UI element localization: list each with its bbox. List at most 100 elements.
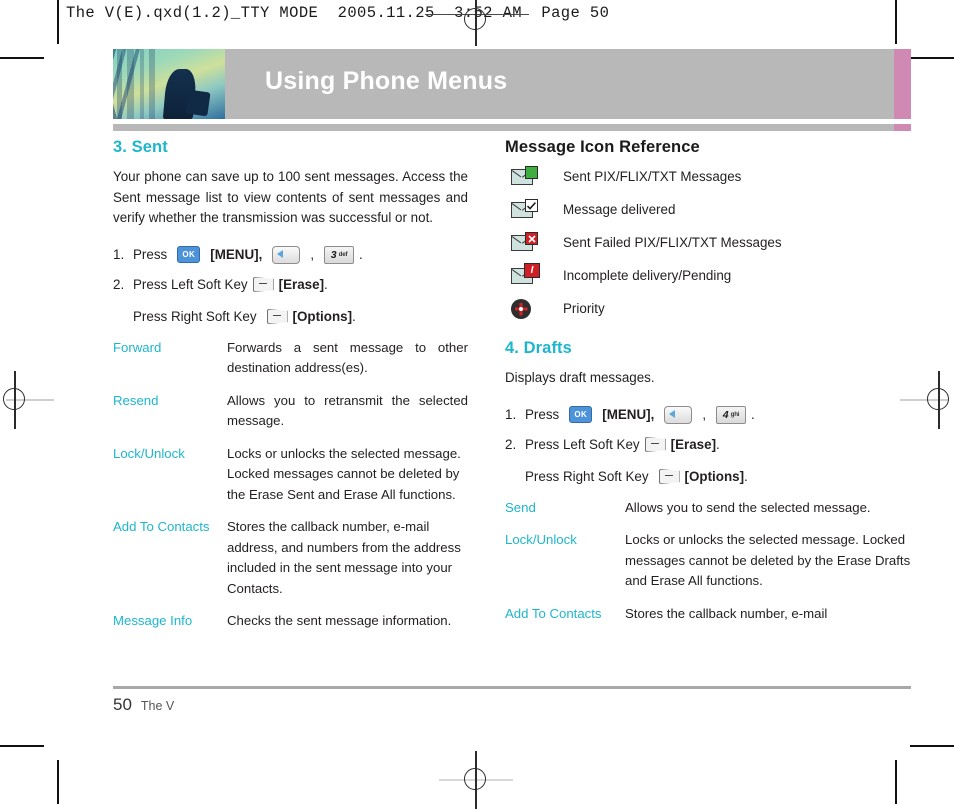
option-row: Forward Forwards a sent message to other…	[113, 338, 468, 379]
icon-reference-label: Sent PIX/FLIX/TXT Messages	[563, 169, 742, 184]
option-row: Resend Allows you to retransmit the sele…	[113, 391, 468, 432]
step-number: 1.	[505, 406, 517, 422]
right-soft-key-icon	[658, 469, 680, 484]
icon-reference-row: Message delivered	[505, 199, 915, 220]
banner-accent-bar	[894, 49, 911, 119]
substep-period: .	[352, 308, 356, 324]
trim-mark-bottom-right-horizontal	[910, 745, 954, 747]
step-action-label: [Erase]	[278, 276, 325, 292]
icon-cell	[505, 199, 563, 220]
option-row: Message Info Checks the sent message inf…	[113, 611, 468, 632]
step-comma: ,	[702, 406, 707, 422]
option-term: Lock/Unlock	[505, 532, 577, 547]
photo-bar	[127, 49, 134, 119]
steps-list-sent: 1. Press OK [MENU], , 3 def . 2. Press Le…	[113, 240, 468, 300]
option-description: Allows you to send the selected message.	[625, 499, 871, 515]
step-number: 2.	[505, 436, 517, 452]
photo-bar	[140, 49, 144, 119]
number-key-4-icon: 4 ghi	[716, 405, 747, 424]
step-action-label: [Erase]	[670, 436, 717, 452]
option-term: Forward	[113, 339, 162, 355]
priority-icon	[511, 299, 531, 319]
section-intro-drafts: Displays draft messages.	[505, 370, 655, 385]
sent-message-icon	[511, 166, 538, 187]
step-press-label: Press	[133, 246, 168, 262]
step-period: .	[751, 406, 755, 422]
registration-mark-ring	[464, 768, 486, 790]
step-number: 1.	[113, 246, 125, 262]
step-press-label: Press	[525, 406, 560, 422]
step-menu-label: [MENU],	[602, 406, 655, 422]
icon-reference-label: Incomplete delivery/Pending	[563, 268, 732, 283]
substep-action-label: [Options]	[684, 468, 745, 484]
x-mark-icon	[527, 234, 536, 243]
registration-mark-ring	[3, 388, 25, 410]
option-term: Lock/Unlock	[113, 445, 185, 461]
step-comma: ,	[310, 246, 315, 262]
substep-right-soft-key-drafts: Press Right Soft Key [Options].	[505, 462, 915, 492]
trim-mark-bottom-left-vertical	[57, 760, 59, 804]
left-soft-key-icon	[644, 437, 666, 452]
page-footer: 50 The V	[113, 695, 174, 715]
option-term: Add To Contacts	[113, 519, 210, 534]
options-definition-list-drafts: Send Allows you to send the selected mes…	[505, 498, 915, 625]
icon-reference-row: I Incomplete delivery/Pending	[505, 263, 915, 286]
step-period: .	[359, 246, 363, 262]
icon-cell	[505, 166, 563, 187]
incomplete-delivery-icon: I	[511, 263, 540, 286]
number-key-digit: 4	[722, 408, 729, 421]
option-row: Send Allows you to send the selected mes…	[505, 498, 915, 519]
step-item-1: 1. Press OK [MENU], , 4 ghi .	[505, 400, 915, 430]
option-term: Add To Contacts	[505, 605, 602, 621]
icon-reference-row: Sent PIX/FLIX/TXT Messages	[505, 166, 915, 187]
number-key-letters: def	[338, 250, 348, 258]
number-key-3-icon: 3 def	[324, 245, 355, 264]
icon-cell	[505, 232, 563, 253]
option-description: Locks or unlocks the selected message. L…	[625, 532, 911, 588]
option-row: Add To Contacts Stores the callback numb…	[505, 604, 915, 625]
step-period: .	[716, 436, 720, 452]
option-description: Checks the sent message information.	[227, 613, 452, 628]
icon-cell	[505, 299, 563, 319]
option-term: Send	[505, 499, 536, 515]
number-key-letters: ghi	[730, 410, 740, 418]
option-description: Forwards a sent message to other destina…	[227, 339, 468, 376]
registration-mark-ring	[927, 388, 949, 410]
status-badge	[525, 166, 538, 179]
footer-rule	[113, 686, 911, 689]
page-banner: Using Phone Menus	[113, 49, 911, 119]
option-row: Add To Contacts Stores the callback numb…	[113, 517, 468, 599]
message-icon-reference-list: Sent PIX/FLIX/TXT Messages Message deliv…	[505, 166, 915, 319]
step-item-2: 2. Press Left Soft Key [Erase].	[505, 430, 915, 460]
number-key-digit: 3	[330, 248, 337, 261]
right-soft-key-icon	[266, 309, 288, 324]
section-heading-icon-reference: Message Icon Reference	[505, 138, 700, 156]
right-column: Message Icon Reference Sent PIX/FLIX/TXT…	[505, 138, 915, 636]
step-press-label: Press Left Soft Key	[525, 436, 640, 452]
status-badge: I	[524, 263, 540, 278]
icon-reference-label: Priority	[563, 301, 605, 316]
step-press-label: Press Left Soft Key	[133, 276, 248, 292]
navigation-left-key-icon	[664, 405, 693, 424]
navigation-left-key-icon	[272, 245, 301, 264]
icon-reference-label: Message delivered	[563, 202, 676, 217]
ok-key-icon: OK	[177, 246, 201, 263]
trim-mark-bottom-left-horizontal	[0, 745, 44, 747]
registration-mark-left	[0, 371, 54, 429]
option-term: Resend	[113, 392, 159, 408]
page-title: Using Phone Menus	[265, 67, 508, 95]
banner-photo-image	[113, 49, 225, 119]
status-badge	[525, 199, 538, 212]
photo-bar	[149, 49, 155, 119]
substep-period: .	[744, 468, 748, 484]
options-definition-list-sent: Forward Forwards a sent message to other…	[113, 338, 468, 632]
section-intro-sent: Your phone can save up to 100 sent messa…	[113, 169, 468, 225]
trim-mark-top-right-horizontal	[910, 57, 954, 59]
step-number: 2.	[113, 276, 125, 292]
step-menu-label: [MENU],	[210, 246, 263, 262]
option-row: Lock/Unlock Locks or unlocks the selecte…	[505, 530, 915, 592]
banner-under-rule-accent	[894, 124, 911, 131]
banner-under-rule	[113, 124, 911, 131]
option-term: Message Info	[113, 613, 193, 628]
trim-mark-top-right-vertical	[895, 0, 897, 44]
